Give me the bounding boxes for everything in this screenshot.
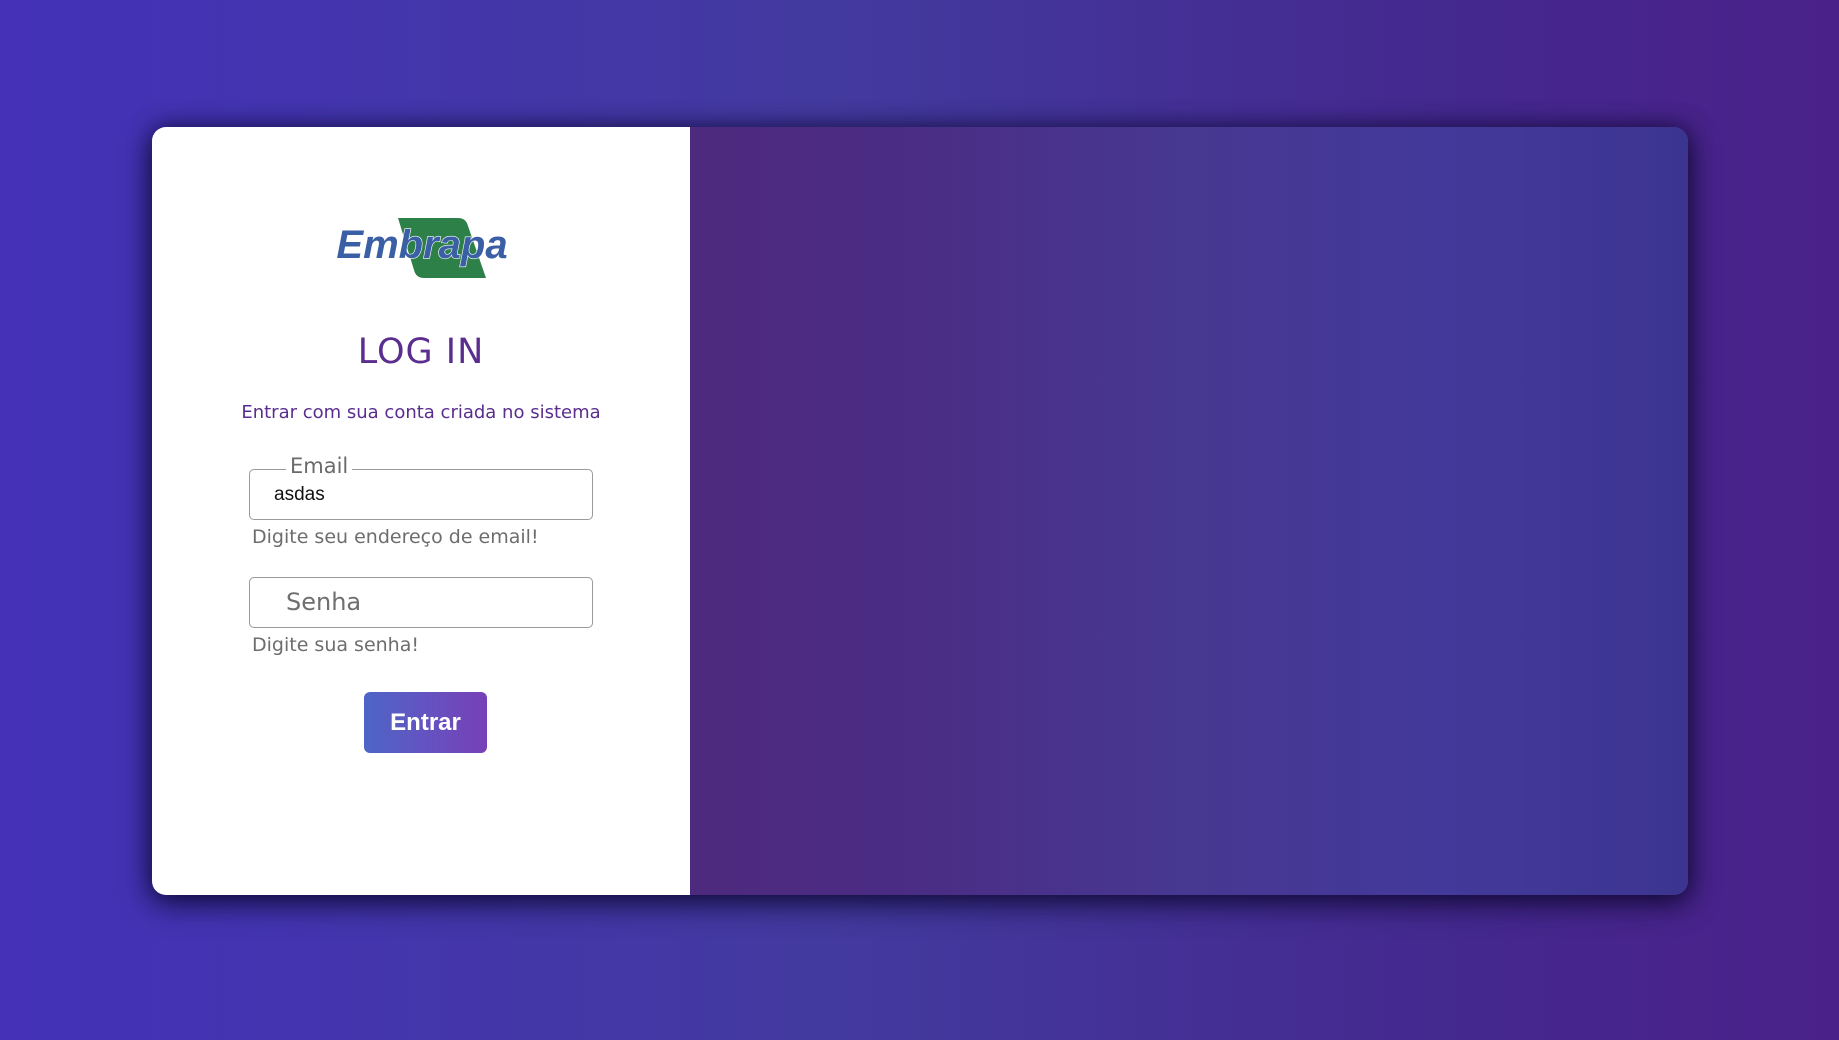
login-panel: Embrapa LOG IN Entrar com sua conta cria… — [152, 127, 690, 895]
login-card: Embrapa LOG IN Entrar com sua conta cria… — [152, 127, 1688, 895]
decorative-panel — [690, 127, 1688, 895]
email-helper-text: Digite seu endereço de email! — [252, 526, 539, 548]
password-input[interactable] — [286, 578, 576, 626]
email-label: Email — [286, 453, 353, 479]
embrapa-logo: Embrapa — [336, 218, 508, 278]
page-subtitle: Entrar com sua conta criada no sistema — [241, 402, 601, 423]
page-title: LOG IN — [357, 332, 485, 372]
password-field[interactable] — [249, 577, 593, 628]
email-field[interactable]: Email asdas — [249, 453, 593, 520]
email-value[interactable]: asdas — [274, 484, 325, 506]
svg-text:Embrapa: Embrapa — [336, 223, 507, 267]
password-helper-text: Digite sua senha! — [252, 634, 419, 656]
login-button[interactable]: Entrar — [364, 692, 487, 753]
